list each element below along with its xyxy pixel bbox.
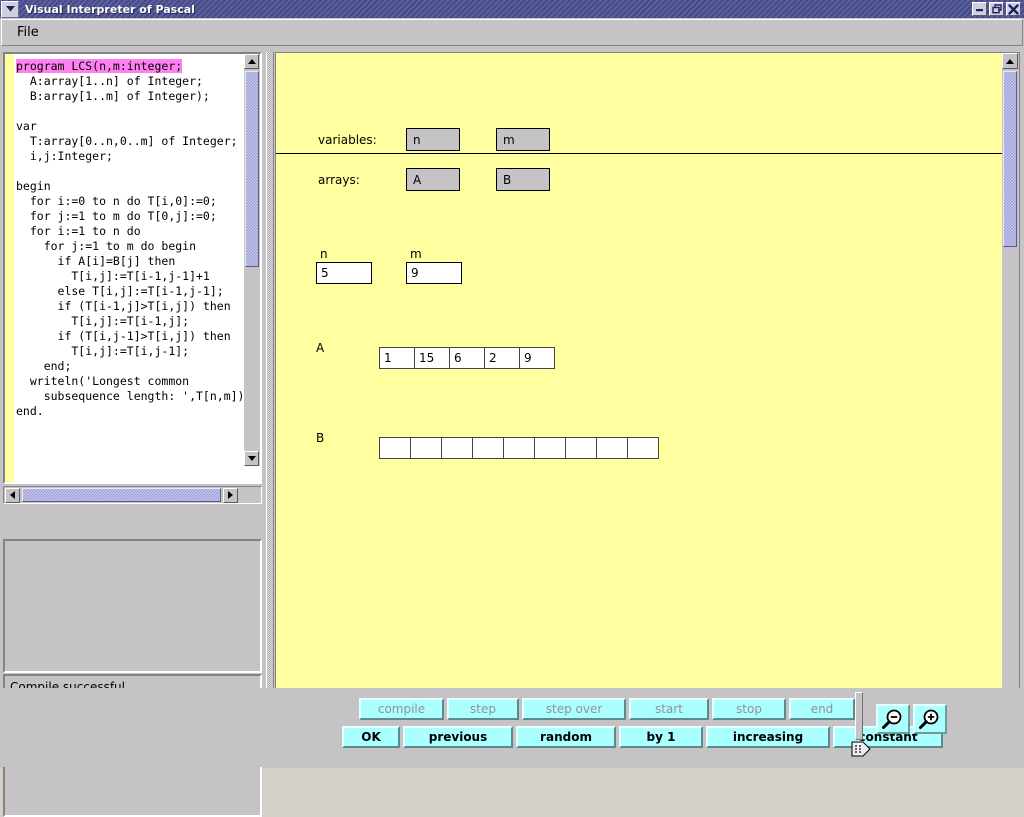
close-icon <box>1008 3 1019 15</box>
exec-compile-button: compile <box>359 698 444 720</box>
array-cell-b-1[interactable] <box>410 437 442 459</box>
editor-gutter <box>5 54 14 482</box>
array-cell-a-0[interactable]: 1 <box>379 347 415 369</box>
canvas-vertical-scrollbar[interactable] <box>1002 53 1019 698</box>
zoom-controls <box>876 704 947 734</box>
close-button[interactable] <box>1006 2 1021 16</box>
zoom-out-icon <box>882 709 902 729</box>
input-previous-button[interactable]: previous <box>403 726 513 748</box>
array-label-b: B <box>316 431 325 445</box>
array-cells-b[interactable] <box>379 437 659 459</box>
array-cell-a-1[interactable]: 15 <box>414 347 450 369</box>
editor-horizontal-scrollbar[interactable] <box>3 486 262 504</box>
work-area: program LCS(n,m:integer; A:array[1..n] o… <box>1 49 1023 817</box>
restore-button[interactable] <box>989 2 1004 16</box>
scalar-name-m: m <box>410 247 422 261</box>
drag-handle-icon <box>851 741 871 757</box>
chevron-down-icon <box>5 6 15 12</box>
canvas-vscroll-thumb[interactable] <box>1003 71 1017 247</box>
arrays-label: arrays: <box>318 173 360 187</box>
visualization-canvas: variables: n m arrays: A B n 5 m 9 A 1 15… <box>276 53 1002 698</box>
execution-button-row: compile step step over start stop end <box>359 698 855 720</box>
restore-icon <box>991 4 1002 14</box>
input-increasing-button[interactable]: increasing <box>706 726 830 748</box>
zoom-out-button[interactable] <box>876 704 910 734</box>
array-cell-a-2[interactable]: 6 <box>449 347 485 369</box>
variable-button-n[interactable]: n <box>406 128 460 151</box>
triangle-down-icon <box>247 456 256 461</box>
zoom-in-icon <box>919 709 939 729</box>
menu-bar: File <box>1 19 1023 46</box>
triangle-up-icon <box>247 59 256 64</box>
array-cell-b-3[interactable] <box>472 437 504 459</box>
exec-step-over-button: step over <box>522 698 626 720</box>
exec-start-button: start <box>629 698 709 720</box>
editor-vscroll-thumb[interactable] <box>245 71 259 267</box>
editor-hscroll-thumb[interactable] <box>22 488 221 502</box>
output-panel <box>3 539 262 673</box>
window-menu-button[interactable] <box>1 0 19 18</box>
pane-splitter[interactable] <box>266 52 274 717</box>
array-cell-b-4[interactable] <box>503 437 535 459</box>
minimize-button[interactable] <box>972 2 987 16</box>
editor-scroll-right-button[interactable] <box>223 487 238 503</box>
array-cell-b-7[interactable] <box>596 437 628 459</box>
editor-scroll-down-button[interactable] <box>244 451 259 466</box>
zoom-in-button[interactable] <box>913 704 947 734</box>
array-cell-b-5[interactable] <box>534 437 566 459</box>
exec-step-button: step <box>447 698 519 720</box>
exec-end-button: end <box>789 698 855 720</box>
left-pane: program LCS(n,m:integer; A:array[1..n] o… <box>1 49 265 817</box>
input-random-button[interactable]: random <box>516 726 616 748</box>
minimize-icon <box>976 8 983 11</box>
scalar-value-m[interactable]: 9 <box>406 262 462 284</box>
array-cell-b-2[interactable] <box>441 437 473 459</box>
exec-stop-button: stop <box>712 698 786 720</box>
window-title: Visual Interpreter of Pascal <box>25 2 195 16</box>
triangle-up-icon <box>1006 58 1014 64</box>
input-by-1-button[interactable]: by 1 <box>619 726 703 748</box>
editor-scroll-left-button[interactable] <box>5 487 20 503</box>
right-pane: variables: n m arrays: A B n 5 m 9 A 1 15… <box>275 52 1020 717</box>
array-cell-b-8[interactable] <box>627 437 659 459</box>
array-button-a[interactable]: A <box>406 168 460 191</box>
editor-vertical-scrollbar[interactable] <box>244 54 260 466</box>
toolbar-divider-handle[interactable] <box>851 740 871 762</box>
triangle-right-icon <box>228 491 233 499</box>
toolbar-divider[interactable] <box>855 692 863 740</box>
array-cell-a-3[interactable]: 2 <box>484 347 520 369</box>
canvas-scroll-up-button[interactable] <box>1002 53 1018 69</box>
scalar-value-n[interactable]: 5 <box>316 262 372 284</box>
menu-item-file[interactable]: File <box>8 22 48 43</box>
array-cell-b-0[interactable] <box>379 437 411 459</box>
array-button-b[interactable]: B <box>496 168 550 191</box>
array-label-a: A <box>316 341 325 355</box>
code-body: A:array[1..n] of Integer; B:array[1..m] … <box>16 74 243 418</box>
array-cells-a[interactable]: 1 15 6 2 9 <box>379 347 555 369</box>
code-editor[interactable]: program LCS(n,m:integer; A:array[1..n] o… <box>3 52 262 484</box>
variable-button-m[interactable]: m <box>496 128 550 151</box>
array-cell-b-6[interactable] <box>565 437 597 459</box>
editor-scroll-up-button[interactable] <box>244 54 259 69</box>
code-highlighted-line: program LCS(n,m:integer; <box>16 59 183 73</box>
variables-label: variables: <box>318 133 377 147</box>
array-cell-a-4[interactable]: 9 <box>519 347 555 369</box>
application-window: Visual Interpreter of Pascal File progra… <box>0 0 1024 817</box>
window-controls <box>972 2 1021 16</box>
title-bar: Visual Interpreter of Pascal <box>0 0 1024 18</box>
triangle-left-icon <box>10 491 15 499</box>
input-ok-button[interactable]: OK <box>342 726 400 748</box>
scalar-name-n: n <box>320 247 328 261</box>
code-text[interactable]: program LCS(n,m:integer; A:array[1..n] o… <box>14 54 243 482</box>
section-divider <box>276 153 1002 154</box>
